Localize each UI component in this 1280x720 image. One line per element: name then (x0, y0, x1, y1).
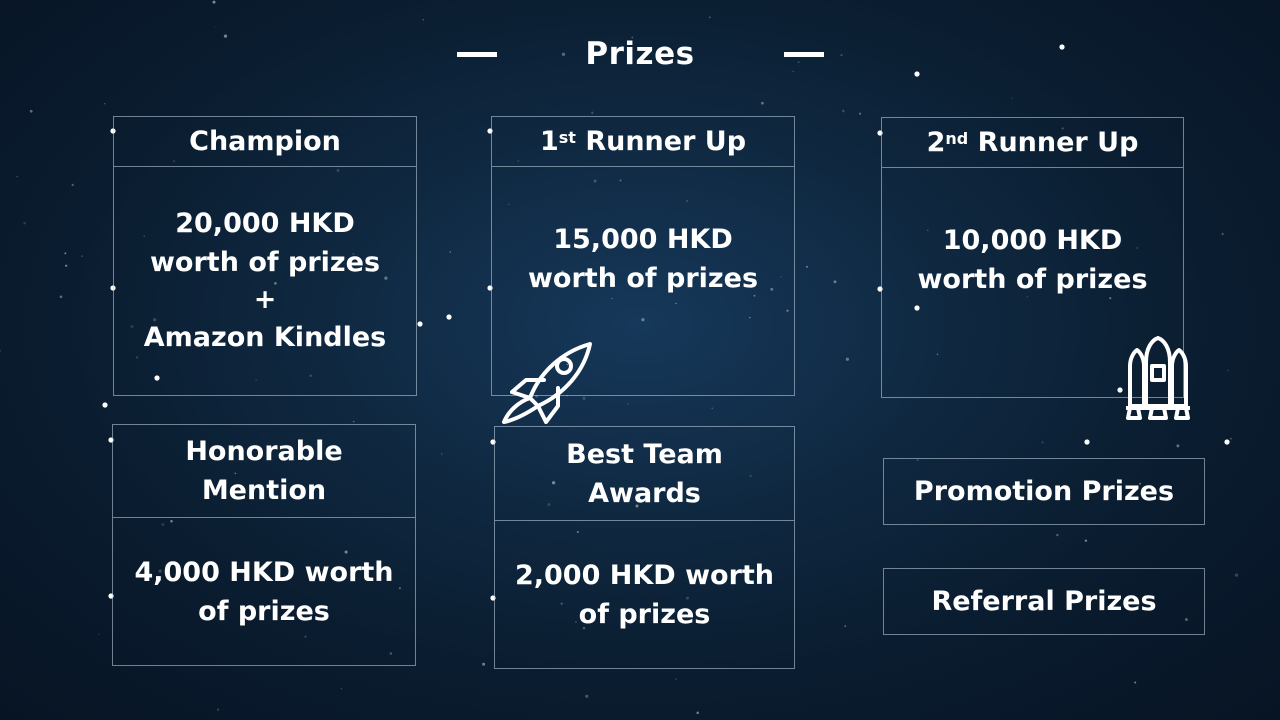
honorable-mention-body: 4,000 HKD worth of prizes (113, 518, 415, 665)
champion-worth: worth of prizes (149, 247, 381, 278)
referral-prizes-box: Referral Prizes (883, 568, 1205, 635)
faint-star (449, 251, 451, 253)
faint-star (1221, 232, 1224, 236)
faint-star (217, 708, 220, 711)
title-dash-right (784, 52, 824, 57)
second-runner-up-worth: worth of prizes (917, 264, 1148, 295)
faint-star (1134, 681, 1137, 684)
best-team-title-line2: Awards (588, 477, 701, 509)
best-team-body: 2,000 HKD worth of prizes (495, 521, 794, 668)
champion-extra: Amazon Kindles (143, 322, 387, 353)
best-team-worth: of prizes (578, 598, 711, 630)
first-runner-up-title: 1st Runner Up (539, 126, 747, 157)
faint-star (708, 16, 711, 19)
faint-star (0, 349, 2, 352)
honorable-mention-card: Honorable Mention 4,000 HKD worth of pri… (112, 424, 416, 666)
faint-star (1041, 441, 1044, 444)
faint-star (482, 662, 486, 666)
faint-star (675, 678, 677, 680)
faint-star (844, 625, 847, 627)
star (1084, 439, 1090, 445)
second-runner-up-amount: 10,000 HKD (942, 225, 1123, 256)
champion-card: Champion 20,000 HKD worth of prizes + Am… (113, 116, 417, 396)
star (102, 402, 108, 408)
faint-star (1084, 539, 1088, 542)
champion-amount: 20,000 HKD (175, 208, 355, 239)
honorable-mention-amount: 4,000 HKD worth (134, 556, 394, 588)
faint-star (1234, 573, 1239, 577)
first-runner-up-header: 1st Runner Up (492, 117, 794, 167)
title-dash-left (457, 52, 497, 57)
faint-star (585, 694, 589, 698)
faint-star (1227, 369, 1229, 372)
faint-star (761, 101, 764, 105)
star (1224, 439, 1230, 445)
space-shuttle-icon (1126, 336, 1190, 420)
faint-star (29, 109, 33, 113)
header: Prizes (0, 30, 1280, 82)
champion-body: 20,000 HKD worth of prizes + Amazon Kind… (114, 166, 416, 395)
faint-star (212, 0, 216, 4)
honorable-mention-title-line1: Honorable (185, 436, 343, 467)
faint-star (591, 111, 594, 114)
faint-star (64, 252, 67, 255)
faint-star (352, 420, 355, 423)
faint-star (1229, 437, 1232, 440)
champion-plus: + (253, 284, 277, 315)
champion-title: Champion (189, 126, 341, 157)
best-team-header: Best Team Awards (495, 427, 794, 521)
faint-star (59, 295, 63, 299)
champion-header: Champion (114, 117, 416, 167)
faint-star (1011, 97, 1013, 100)
faint-star (845, 357, 850, 361)
faint-star (340, 687, 343, 690)
first-runner-up-amount: 15,000 HKD (553, 224, 733, 255)
faint-star (103, 102, 106, 105)
faint-star (1056, 533, 1059, 537)
promotion-prizes-label: Promotion Prizes (913, 476, 1175, 507)
referral-prizes-label: Referral Prizes (931, 586, 1157, 617)
faint-star (711, 407, 713, 410)
faint-star (1176, 444, 1180, 448)
faint-star (23, 221, 26, 225)
faint-star (422, 19, 424, 21)
faint-star (98, 633, 100, 636)
faint-star (65, 264, 68, 267)
faint-star (833, 280, 837, 284)
second-runner-up-title: 2nd Runner Up (926, 127, 1139, 158)
promotion-prizes-box: Promotion Prizes (883, 458, 1205, 525)
faint-star (441, 453, 443, 455)
best-team-title-line1: Best Team (566, 438, 723, 470)
faint-star (696, 711, 699, 715)
faint-star (806, 265, 808, 268)
faint-star (81, 255, 83, 257)
faint-star (841, 109, 845, 113)
second-runner-up-header: 2nd Runner Up (882, 118, 1183, 168)
page-title: Prizes (585, 36, 695, 72)
best-team-card: Best Team Awards 2,000 HKD worth of priz… (494, 426, 795, 669)
star (446, 314, 452, 320)
best-team-amount: 2,000 HKD worth (514, 559, 775, 591)
rocket-icon (502, 342, 592, 424)
faint-star (16, 175, 18, 178)
star (417, 321, 423, 327)
honorable-mention-worth: of prizes (198, 595, 330, 627)
honorable-mention-title-line2: Mention (201, 475, 327, 506)
faint-star (215, 26, 217, 28)
faint-star (71, 183, 74, 187)
honorable-mention-header: Honorable Mention (113, 425, 415, 518)
first-runner-up-worth: worth of prizes (527, 263, 759, 294)
faint-star (858, 112, 862, 115)
faint-star (626, 403, 629, 405)
